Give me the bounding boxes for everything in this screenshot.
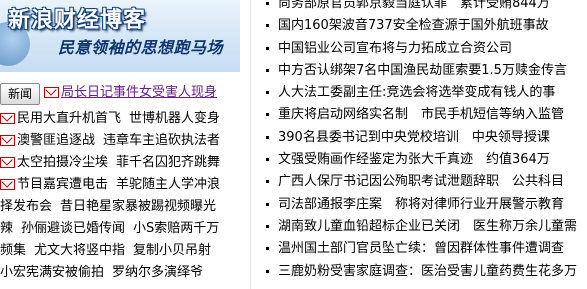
video-icon bbox=[0, 113, 15, 124]
bullet-icon bbox=[266, 135, 269, 139]
list-row: 太空拍摄冷尘埃 菲千名囚犯齐跳舞 bbox=[0, 152, 244, 174]
news-link[interactable]: 尤文大将竖中指 bbox=[34, 243, 125, 258]
list-row: 辣孙俪避谈已婚传闻 小S索赔两千万 bbox=[0, 218, 244, 240]
bullet-icon bbox=[266, 269, 269, 273]
bullet-icon bbox=[266, 2, 269, 5]
news-link[interactable]: 辣 bbox=[0, 221, 13, 236]
headline-link[interactable]: 尚务部原官员郭京毅当庭认罪 累计受贿844万 bbox=[278, 0, 550, 11]
headline-link[interactable]: 湖南致儿童血铅超标企业已关闭 医生称万余儿童需 bbox=[278, 219, 577, 234]
headline-link-active[interactable]: 局长日记事件女受害人现身 bbox=[61, 85, 217, 100]
headline-row: 国内160架波音737安全检查源于国外航班事故 bbox=[258, 15, 587, 37]
headline-row: 三鹿奶粉受害家庭调查：医治受害儿童药费生花多万 bbox=[258, 261, 587, 283]
bullet-icon bbox=[266, 68, 269, 72]
bullet-icon bbox=[266, 46, 269, 50]
headline-link[interactable]: 人大法工委副主任:竞选会将选举变成有钱人的事 bbox=[278, 85, 555, 100]
headline-link[interactable]: 司法部通报李庄案 称将对律师行业开展警示教育 bbox=[278, 197, 564, 212]
bullet-icon bbox=[266, 113, 269, 117]
news-link[interactable]: 昔日艳星家暴被踢视频曝光 bbox=[60, 199, 216, 214]
video-icon bbox=[0, 135, 15, 146]
headline-link[interactable]: 390名县委书记到中央党校培训 中央领导授课 bbox=[278, 130, 550, 145]
left-column: 新浪财经博客 民意领袖的思想跑马场 新闻 局长日记事件女受害人现身 民用大直升机… bbox=[0, 0, 244, 289]
headline-link[interactable]: 重庆将启动网络实名制 市民手机短信等纳入监管 bbox=[278, 107, 564, 122]
headline-row: 人大法工委副主任:竞选会将选举变成有钱人的事 bbox=[258, 82, 587, 104]
news-link[interactable]: 择发布会 bbox=[0, 199, 52, 214]
headline-link[interactable]: 国内160架波音737安全检查源于国外航班事故 bbox=[278, 18, 549, 33]
news-link[interactable]: 民用大直升机首飞 bbox=[17, 111, 121, 126]
headline-link[interactable]: 广西人保厅书记因公殉职考试泄题辞职 公共科目 bbox=[278, 174, 564, 189]
headline-link[interactable]: 三鹿奶粉受害家庭调查：医治受害儿童药费生花多万 bbox=[278, 264, 577, 279]
headline-link[interactable]: 中方否认绑架7名中国渔民劫匪索要1.5万赎金传言 bbox=[278, 63, 567, 78]
news-link[interactable]: 节目嘉宾遭电击 bbox=[17, 177, 108, 192]
news-link[interactable]: 小S索赔两千万 bbox=[133, 221, 219, 236]
bullet-icon bbox=[266, 91, 269, 95]
list-row: 民用大直升机首飞 世博机器人变身 bbox=[0, 108, 244, 130]
news-link[interactable]: 羊驼随主人学冲浪 bbox=[116, 177, 220, 192]
news-link[interactable]: 太空拍摄冷尘埃 bbox=[17, 155, 108, 170]
news-link[interactable]: 频集 bbox=[0, 243, 26, 258]
news-link[interactable]: 复制小贝吊射 bbox=[133, 243, 211, 258]
headline-row: 尚务部原官员郭京毅当庭认罪 累计受贿844万 bbox=[258, 0, 587, 15]
bullet-icon bbox=[266, 202, 269, 206]
headline-row: 湖南致儿童血铅超标企业已关闭 医生称万余儿童需 bbox=[258, 216, 587, 238]
video-news-list: 民用大直升机首飞 世博机器人变身 澳警匪追逐战 违章车主追砍执法者 太空拍摄冷尘埃菲… bbox=[0, 108, 244, 284]
bullet-icon bbox=[266, 24, 269, 28]
bullet-icon bbox=[266, 247, 269, 251]
headline-row: 中国铝业公司宣布将与力拓成立合资公司 bbox=[258, 38, 587, 60]
list-row: 频集 尤文大将竖中指 复制小贝吊射 bbox=[0, 240, 244, 262]
headline-row: 司法部通报李庄案 称将对律师行业开展警示教育 bbox=[258, 194, 587, 216]
column-divider bbox=[250, 0, 251, 289]
bullet-icon bbox=[266, 158, 269, 162]
headline-list: 尚务部原官员郭京毅当庭认罪 累计受贿844万 国内160架波音737安全检查源于… bbox=[258, 0, 587, 283]
news-link[interactable]: 罗纳尔多演绎爷 bbox=[112, 265, 203, 280]
news-link[interactable]: 澳警匪追逐战 bbox=[17, 133, 95, 148]
headline-row: 文强受贿画作经鉴定为张大千真迹 约值364万 bbox=[258, 149, 587, 171]
list-row: 小宏宪满安被偷拍 罗纳尔多演绎爷 bbox=[0, 262, 244, 284]
bullet-icon bbox=[266, 180, 269, 184]
news-button[interactable]: 新闻 bbox=[0, 83, 40, 105]
headline-row: 温州国土部门官员坠亡续：曾因群体性事件遭调查 bbox=[258, 238, 587, 260]
banner-title: 新浪财经博客 bbox=[8, 8, 147, 33]
blog-banner[interactable]: 新浪财经博客 民意领袖的思想跑马场 bbox=[0, 0, 240, 72]
headline-link[interactable]: 温州国土部门官员坠亡续：曾因群体性事件遭调查 bbox=[278, 241, 564, 256]
news-link[interactable]: 孙俪避谈已婚传闻 bbox=[21, 221, 125, 236]
headline-row: 中方否认绑架7名中国渔民劫匪索要1.5万赎金传言 bbox=[258, 60, 587, 82]
list-row: 择发布会 昔日艳星家暴被踢视频曝光 bbox=[0, 196, 244, 218]
headline-link[interactable]: 中国铝业公司宣布将与力拓成立合资公司 bbox=[278, 41, 512, 56]
bullet-icon bbox=[266, 224, 269, 228]
news-link[interactable]: 菲千名囚犯齐跳舞 bbox=[116, 155, 220, 170]
list-row: 节目嘉宾遭电击 羊驼随主人学冲浪 bbox=[0, 174, 244, 196]
list-row: 澳警匪追逐战 违章车主追砍执法者 bbox=[0, 130, 244, 152]
news-link[interactable]: 小宏宪满安被偷拍 bbox=[0, 265, 104, 280]
headline-row: 重庆将启动网络实名制 市民手机短信等纳入监管 bbox=[258, 104, 587, 126]
news-link[interactable]: 世博机器人变身 bbox=[129, 111, 220, 126]
headline-row: 广西人保厅书记因公殉职考试泄题辞职 公共科目 bbox=[258, 171, 587, 193]
video-icon bbox=[0, 179, 15, 190]
video-icon bbox=[0, 157, 15, 168]
headline-link[interactable]: 文强受贿画作经鉴定为张大千真迹 约值364万 bbox=[278, 152, 550, 167]
news-search-row: 新闻 局长日记事件女受害人现身 bbox=[0, 83, 244, 105]
headline-row: 390名县委书记到中央党校培训 中央领导授课 bbox=[258, 127, 587, 149]
banner-slogan: 民意领袖的思想跑马场 bbox=[58, 38, 224, 57]
news-link[interactable]: 违章车主追砍执法者 bbox=[103, 133, 220, 148]
video-icon bbox=[44, 87, 59, 98]
